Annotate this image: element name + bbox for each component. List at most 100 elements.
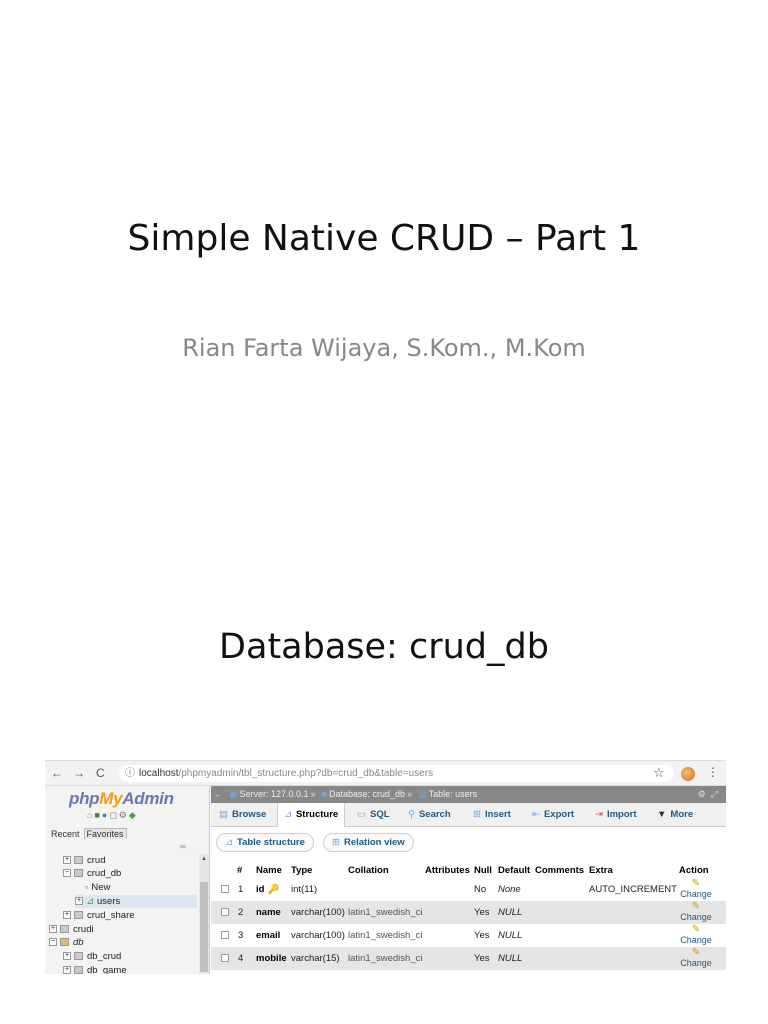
tree-item-users[interactable]: + ⊿ users: [75, 895, 197, 908]
tree-item-crud-share[interactable]: + crud_share: [63, 909, 135, 922]
browse-icon: ▤: [219, 809, 228, 820]
scroll-thumb[interactable]: [200, 882, 208, 972]
browser-screenshot: ← → C ⓘ localhost/phpmyadmin/tbl_structur…: [45, 760, 726, 974]
forward-icon[interactable]: →: [73, 766, 85, 780]
help-icon[interactable]: ●: [102, 810, 109, 820]
subtab-table-structure[interactable]: ⊿ Table structure: [216, 833, 314, 852]
pencil-icon: ✎: [691, 901, 701, 912]
address-bar[interactable]: ⓘ localhost/phpmyadmin/tbl_structure.php?…: [119, 765, 674, 782]
quick-icons: ⌂■●◻⚙◆: [87, 810, 138, 821]
slide-title: Simple Native CRUD – Part 1: [127, 218, 641, 259]
tab-import[interactable]: ⇥ Import: [595, 803, 637, 827]
browser-menu-icon[interactable]: ⋮: [707, 765, 719, 779]
change-button[interactable]: ✎ Change: [679, 924, 713, 946]
settings-icon[interactable]: ⚙: [119, 810, 129, 821]
main-panel: ← ▣ Server: 127.0.0.1» ■ Database: crud_db» ▤…: [211, 786, 726, 974]
column-header-null[interactable]: Null: [474, 864, 492, 878]
table-row: 4 mobile varchar(15) latin1_swedish_ci Y…: [211, 947, 726, 970]
reload-icon[interactable]: C: [96, 766, 105, 780]
server-icon: ▣: [229, 789, 238, 799]
table-row: 3 email varchar(100) latin1_swedish_ci Y…: [211, 924, 726, 947]
browser-toolbar: ← → C ⓘ localhost/phpmyadmin/tbl_structur…: [45, 761, 726, 786]
change-button[interactable]: ✎ Change: [679, 948, 713, 969]
tab-insert[interactable]: ⊞ Insert: [473, 803, 511, 827]
primary-key-icon: 🔑: [267, 884, 280, 895]
reload-nav-icon[interactable]: ◆: [129, 810, 138, 821]
tree-item-crud[interactable]: + crud: [63, 854, 105, 867]
insert-icon: ⊞: [473, 809, 481, 820]
change-button[interactable]: ✎ Change: [679, 878, 713, 900]
column-header-extra[interactable]: Extra: [589, 864, 613, 878]
table-icon: ▤: [418, 789, 427, 799]
logout-icon[interactable]: ■: [94, 810, 101, 820]
tab-favorites[interactable]: Favorites: [83, 828, 127, 839]
table-row: 1 id 🔑 int(11) No None AUTO_INCREMENT ✎ Ch…: [211, 878, 726, 901]
page-settings-icon[interactable]: ⚙: [698, 789, 706, 799]
structure-icon: ⊿: [284, 809, 292, 820]
tree-item-db[interactable]: − db: [49, 936, 84, 949]
extension-icon[interactable]: [681, 767, 695, 781]
database-icon: ■: [321, 789, 328, 799]
column-header-num: #: [237, 865, 243, 876]
breadcrumb-table[interactable]: Table: users: [429, 789, 478, 799]
import-icon: ⇥: [595, 809, 603, 820]
site-info-icon[interactable]: ⓘ: [125, 768, 135, 779]
column-header-comments[interactable]: Comments: [535, 864, 584, 878]
tree-item-new[interactable]: ▫ New: [85, 881, 110, 894]
url-path: /phpmyadmin/tbl_structure.php?db=crud_db…: [178, 768, 434, 779]
column-header-default[interactable]: Default: [498, 864, 530, 878]
nav-tabs: Recent Favorites: [49, 828, 129, 839]
column-header-name[interactable]: Name: [256, 864, 282, 878]
tab-recent[interactable]: Recent: [49, 829, 82, 839]
nav-scrollbar[interactable]: ▲: [199, 854, 209, 974]
collapse-nav-icon[interactable]: ←: [211, 786, 225, 803]
export-icon: ⇤: [532, 809, 540, 820]
tree-item-crudi[interactable]: + crudi: [49, 923, 94, 936]
tree-item-db-game[interactable]: + db_game: [63, 964, 127, 974]
pencil-icon: ✎: [691, 878, 701, 889]
structure-subtabs: ⊿ Table structure ⊞ Relation view: [211, 827, 726, 857]
navigation-panel: phpMyAdmin ⌂■●◻⚙◆ Recent Favorites ∞ + cru…: [45, 786, 210, 974]
back-icon[interactable]: ←: [51, 766, 63, 780]
tree-item-crud-db[interactable]: − crud_db: [63, 867, 121, 880]
link-with-main-icon[interactable]: ∞: [180, 842, 186, 851]
row-checkbox[interactable]: [221, 931, 229, 939]
docs-icon[interactable]: ◻: [109, 810, 118, 821]
breadcrumb-database[interactable]: Database: crud_db: [329, 789, 405, 799]
row-checkbox[interactable]: [221, 908, 229, 916]
row-checkbox[interactable]: [221, 885, 229, 893]
subtab-relation-view[interactable]: ⊞ Relation view: [323, 833, 414, 852]
row-checkbox[interactable]: [221, 954, 229, 962]
slide-heading: Database: crud_db: [219, 627, 549, 667]
phpmyadmin-logo[interactable]: phpMyAdmin: [69, 789, 174, 809]
relation-icon: ⊞: [332, 837, 340, 848]
tab-structure[interactable]: ⊿ Structure: [277, 803, 346, 827]
scroll-up-icon[interactable]: ▲: [201, 856, 207, 862]
sql-icon: ▭: [357, 809, 366, 820]
change-button[interactable]: ✎ Change: [679, 901, 713, 923]
tree-item-db-crud[interactable]: + db_crud: [63, 950, 121, 963]
new-table-icon: ▫: [85, 882, 89, 893]
tab-export[interactable]: ⇤ Export: [532, 803, 574, 827]
url-host: localhost: [139, 768, 179, 779]
slide-subtitle: Rian Farta Wijaya, S.Kom., M.Kom: [182, 334, 586, 362]
column-header-attributes[interactable]: Attributes: [425, 864, 470, 878]
top-menu-tabs: ▤ Browse ⊿ Structure ▭ SQL ⚲ Search ⊞ Insert …: [211, 803, 726, 827]
tab-sql[interactable]: ▭ SQL: [357, 803, 390, 827]
tab-more[interactable]: ▼ More: [657, 803, 693, 827]
bookmark-star-icon[interactable]: ☆: [653, 765, 665, 781]
breadcrumb-server[interactable]: Server: 127.0.0.1: [240, 789, 309, 799]
column-header-type[interactable]: Type: [291, 864, 312, 878]
tab-search[interactable]: ⚲ Search: [408, 803, 451, 827]
column-header-collation[interactable]: Collation: [348, 864, 389, 878]
structure-icon: ⊿: [225, 837, 233, 848]
table-icon: ⊿: [86, 896, 94, 907]
fullscreen-icon[interactable]: ⤢: [711, 789, 718, 799]
home-icon[interactable]: ⌂: [87, 810, 94, 820]
column-header-action: Action: [679, 865, 709, 876]
search-icon: ⚲: [408, 809, 415, 820]
tab-browse[interactable]: ▤ Browse: [219, 803, 266, 827]
pencil-icon: ✎: [691, 924, 701, 935]
field-name: id 🔑: [256, 884, 280, 895]
breadcrumb: ← ▣ Server: 127.0.0.1» ■ Database: crud_db» ▤…: [211, 786, 726, 803]
